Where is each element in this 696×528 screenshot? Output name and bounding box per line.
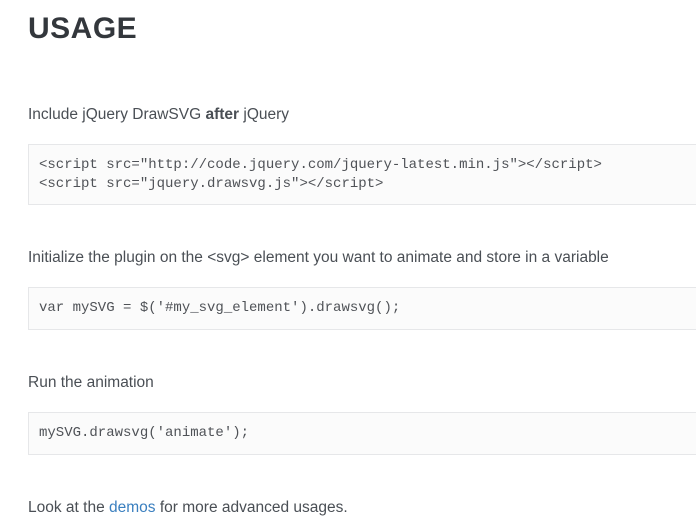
demos-link[interactable]: demos — [109, 499, 156, 516]
section4-text: Look at the demos for more advanced usag… — [28, 497, 696, 519]
section4-post: for more advanced usages. — [156, 499, 348, 516]
section1-post: jQuery — [239, 106, 289, 123]
section1-text: Include jQuery DrawSVG after jQuery — [28, 104, 696, 126]
code-block-2: var mySVG = $('#my_svg_element').drawsvg… — [28, 287, 696, 330]
section4-pre: Look at the — [28, 499, 109, 516]
section1-pre: Include jQuery DrawSVG — [28, 106, 205, 123]
section3-text: Run the animation — [28, 372, 696, 394]
page-heading: USAGE — [28, 12, 696, 46]
section2-text: Initialize the plugin on the <svg> eleme… — [28, 247, 696, 269]
section1-bold: after — [205, 106, 239, 123]
code-block-3: mySVG.drawsvg('animate'); — [28, 412, 696, 455]
code-block-1: <script src="http://code.jquery.com/jque… — [28, 144, 696, 206]
